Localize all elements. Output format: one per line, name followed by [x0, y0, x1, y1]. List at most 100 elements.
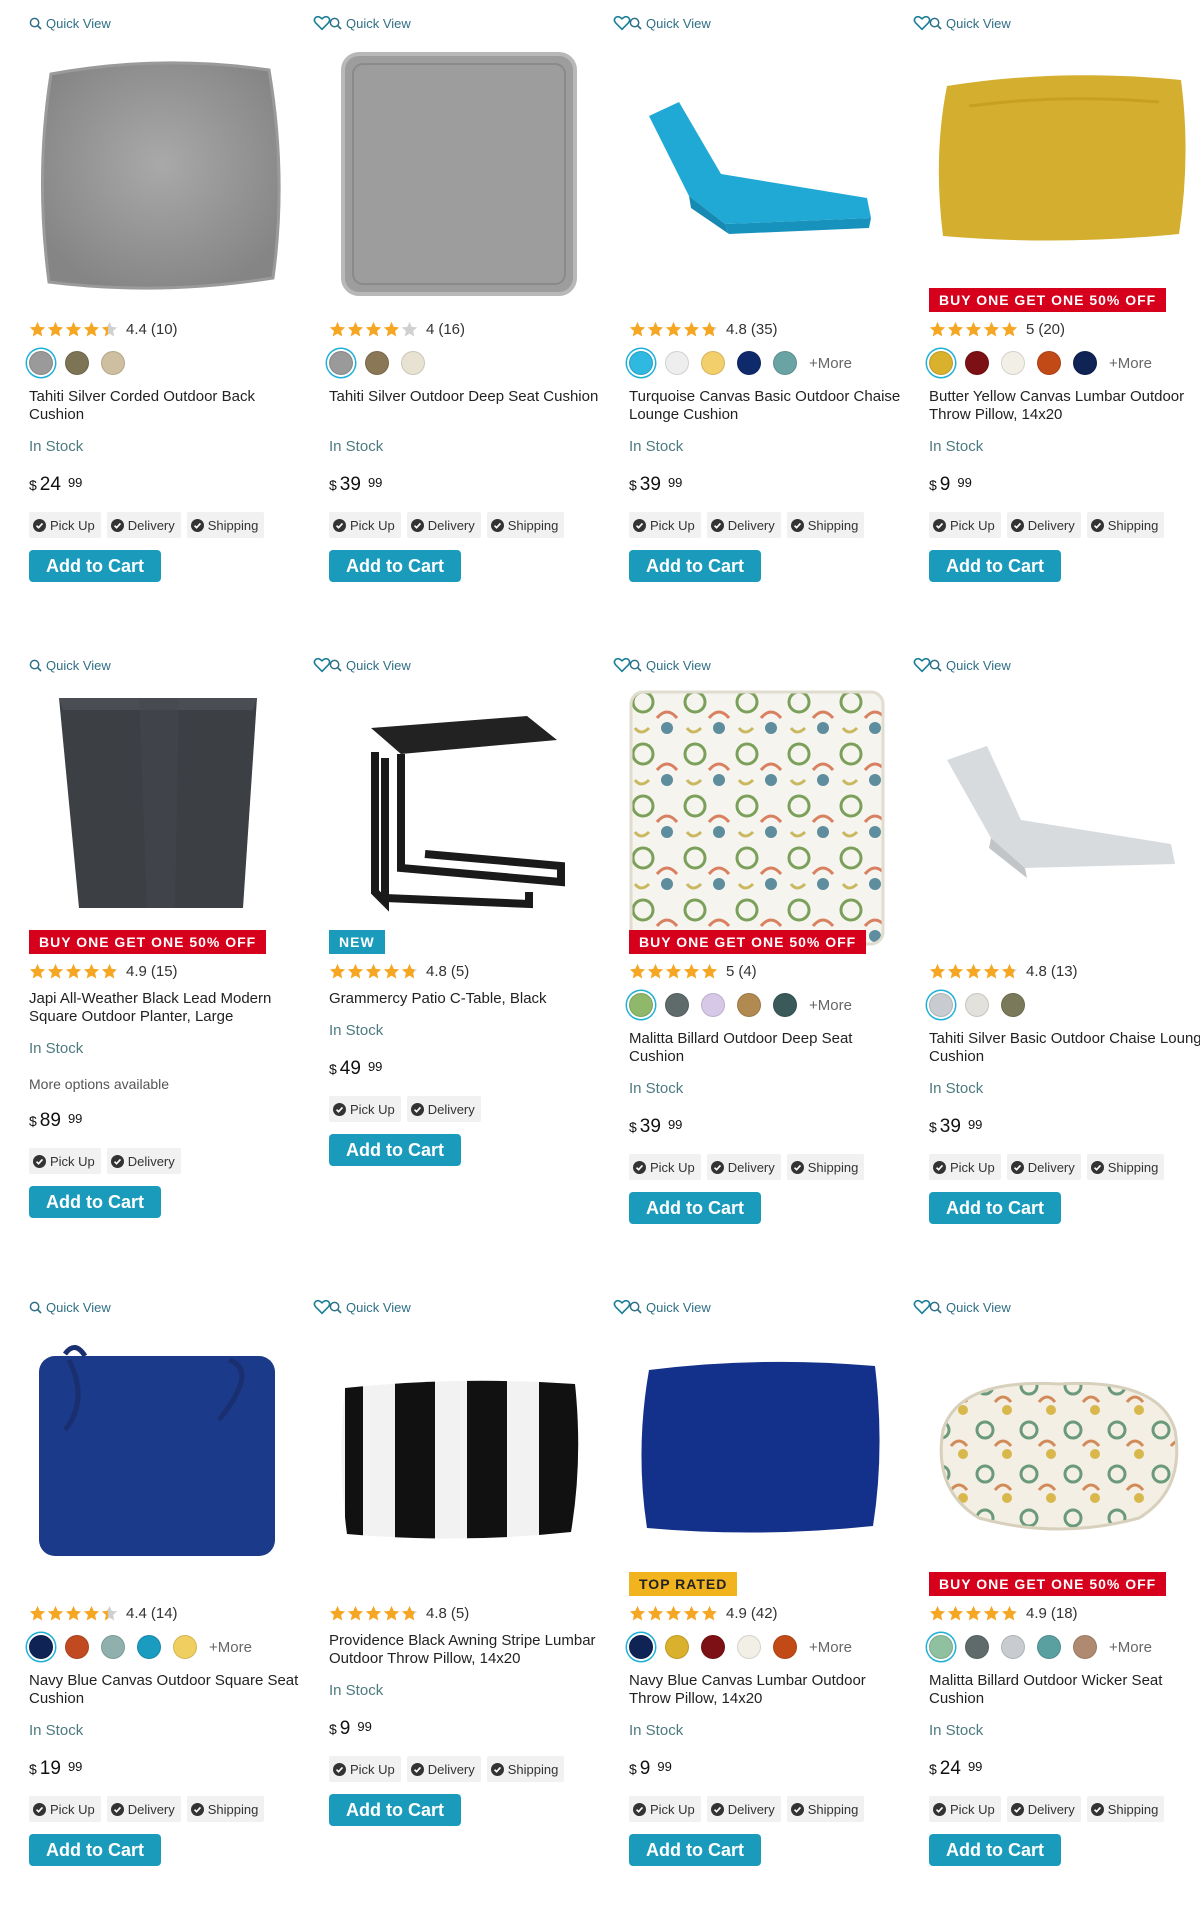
- pattern-cushion-image[interactable]: [629, 688, 889, 948]
- color-swatch[interactable]: [65, 351, 89, 375]
- more-colors-link[interactable]: +More: [1109, 355, 1152, 372]
- color-swatch[interactable]: [701, 993, 725, 1017]
- add-to-cart-button[interactable]: Add to Cart: [29, 1834, 161, 1866]
- product-rating[interactable]: 4 (16): [329, 318, 465, 340]
- product-title[interactable]: Tahiti Silver Basic Outdoor Chaise Loung…: [929, 1030, 1200, 1066]
- more-colors-link[interactable]: +More: [809, 997, 852, 1014]
- color-swatch[interactable]: [65, 1635, 89, 1659]
- product-rating[interactable]: 4.8 (5): [329, 1602, 469, 1624]
- product-rating[interactable]: 4.4 (10): [29, 318, 178, 340]
- product-rating[interactable]: 4.8 (5): [329, 960, 469, 982]
- quick-view-link[interactable]: Quick View: [29, 658, 111, 673]
- color-swatch[interactable]: [665, 1635, 689, 1659]
- color-swatch[interactable]: [665, 351, 689, 375]
- color-swatch[interactable]: [929, 351, 953, 375]
- add-to-cart-button[interactable]: Add to Cart: [929, 1834, 1061, 1866]
- color-swatch[interactable]: [773, 1635, 797, 1659]
- add-to-cart-button[interactable]: Add to Cart: [629, 1192, 761, 1224]
- color-swatch[interactable]: [965, 1635, 989, 1659]
- color-swatch[interactable]: [1073, 351, 1097, 375]
- quick-view-link[interactable]: Quick View: [29, 16, 111, 31]
- navy-pillow-image[interactable]: [629, 1330, 889, 1590]
- lumbar-pillow-image[interactable]: [929, 46, 1189, 306]
- color-swatch[interactable]: [737, 351, 761, 375]
- product-rating[interactable]: 4.8 (35): [629, 318, 778, 340]
- color-swatch[interactable]: [965, 351, 989, 375]
- c-table-image[interactable]: [329, 688, 589, 948]
- quick-view-link[interactable]: Quick View: [929, 1300, 1011, 1315]
- color-swatch[interactable]: [929, 1635, 953, 1659]
- quick-view-link[interactable]: Quick View: [329, 1300, 411, 1315]
- color-swatch[interactable]: [629, 351, 653, 375]
- add-to-cart-button[interactable]: Add to Cart: [329, 1794, 461, 1826]
- chaise-cushion-image[interactable]: [629, 46, 889, 306]
- color-swatch[interactable]: [173, 1635, 197, 1659]
- color-swatch[interactable]: [1001, 1635, 1025, 1659]
- quick-view-link[interactable]: Quick View: [629, 16, 711, 31]
- navy-cushion-image[interactable]: [29, 1330, 289, 1590]
- color-swatch[interactable]: [665, 993, 689, 1017]
- color-swatch[interactable]: [701, 1635, 725, 1659]
- product-title[interactable]: Navy Blue Canvas Outdoor Square Seat Cus…: [29, 1672, 311, 1708]
- color-swatch[interactable]: [929, 993, 953, 1017]
- product-title[interactable]: Turquoise Canvas Basic Outdoor Chaise Lo…: [629, 388, 911, 424]
- planter-image[interactable]: [29, 688, 289, 948]
- product-title[interactable]: Malitta Billard Outdoor Wicker Seat Cush…: [929, 1672, 1200, 1708]
- quick-view-link[interactable]: Quick View: [629, 658, 711, 673]
- quick-view-link[interactable]: Quick View: [29, 1300, 111, 1315]
- product-rating[interactable]: 5 (4): [629, 960, 757, 982]
- product-rating[interactable]: 4.8 (13): [929, 960, 1078, 982]
- product-rating[interactable]: 4.4 (14): [29, 1602, 178, 1624]
- color-swatch[interactable]: [773, 993, 797, 1017]
- silver-cushion-image[interactable]: [29, 46, 289, 306]
- color-swatch[interactable]: [101, 351, 125, 375]
- product-title[interactable]: Malitta Billard Outdoor Deep Seat Cushio…: [629, 1030, 911, 1066]
- color-swatch[interactable]: [101, 1635, 125, 1659]
- color-swatch[interactable]: [1001, 351, 1025, 375]
- more-colors-link[interactable]: +More: [209, 1639, 252, 1656]
- product-title[interactable]: Japi All-Weather Black Lead Modern Squar…: [29, 990, 311, 1026]
- add-to-cart-button[interactable]: Add to Cart: [29, 1186, 161, 1218]
- product-title[interactable]: Tahiti Silver Corded Outdoor Back Cushio…: [29, 388, 311, 424]
- color-swatch[interactable]: [137, 1635, 161, 1659]
- more-colors-link[interactable]: +More: [1109, 1639, 1152, 1656]
- color-swatch[interactable]: [29, 1635, 53, 1659]
- color-swatch[interactable]: [1037, 1635, 1061, 1659]
- wicker-cushion-image[interactable]: [929, 1330, 1189, 1590]
- color-swatch[interactable]: [1037, 351, 1061, 375]
- color-swatch[interactable]: [737, 1635, 761, 1659]
- more-colors-link[interactable]: +More: [809, 355, 852, 372]
- quick-view-link[interactable]: Quick View: [929, 16, 1011, 31]
- quick-view-link[interactable]: Quick View: [329, 658, 411, 673]
- color-swatch[interactable]: [629, 1635, 653, 1659]
- color-swatch[interactable]: [965, 993, 989, 1017]
- quick-view-link[interactable]: Quick View: [629, 1300, 711, 1315]
- product-title[interactable]: Providence Black Awning Stripe Lumbar Ou…: [329, 1632, 611, 1668]
- color-swatch[interactable]: [1001, 993, 1025, 1017]
- add-to-cart-button[interactable]: Add to Cart: [629, 1834, 761, 1866]
- add-to-cart-button[interactable]: Add to Cart: [329, 1134, 461, 1166]
- silver-chaise-image[interactable]: [929, 688, 1189, 948]
- product-title[interactable]: Tahiti Silver Outdoor Deep Seat Cushion: [329, 388, 611, 406]
- product-title[interactable]: Butter Yellow Canvas Lumbar Outdoor Thro…: [929, 388, 1200, 424]
- color-swatch[interactable]: [365, 351, 389, 375]
- seat-cushion-image[interactable]: [329, 46, 589, 306]
- color-swatch[interactable]: [629, 993, 653, 1017]
- color-swatch[interactable]: [737, 993, 761, 1017]
- color-swatch[interactable]: [1073, 1635, 1097, 1659]
- product-title[interactable]: Grammercy Patio C-Table, Black: [329, 990, 611, 1008]
- color-swatch[interactable]: [401, 351, 425, 375]
- add-to-cart-button[interactable]: Add to Cart: [29, 550, 161, 582]
- product-rating[interactable]: 5 (20): [929, 318, 1065, 340]
- color-swatch[interactable]: [329, 351, 353, 375]
- color-swatch[interactable]: [29, 351, 53, 375]
- product-rating[interactable]: 4.9 (42): [629, 1602, 778, 1624]
- stripe-pillow-image[interactable]: [329, 1330, 589, 1590]
- add-to-cart-button[interactable]: Add to Cart: [329, 550, 461, 582]
- color-swatch[interactable]: [773, 351, 797, 375]
- product-title[interactable]: Navy Blue Canvas Lumbar Outdoor Throw Pi…: [629, 1672, 911, 1708]
- quick-view-link[interactable]: Quick View: [329, 16, 411, 31]
- add-to-cart-button[interactable]: Add to Cart: [929, 550, 1061, 582]
- product-rating[interactable]: 4.9 (18): [929, 1602, 1078, 1624]
- quick-view-link[interactable]: Quick View: [929, 658, 1011, 673]
